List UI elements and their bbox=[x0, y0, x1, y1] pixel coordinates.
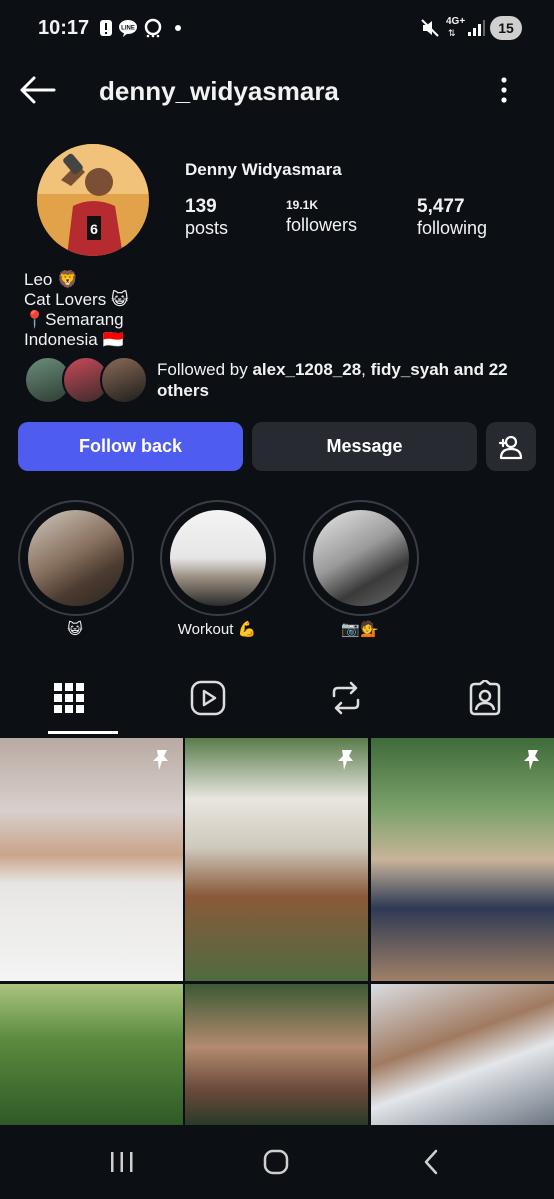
highlight-ring bbox=[303, 500, 419, 616]
tab-tagged[interactable] bbox=[465, 678, 505, 718]
data-arrows-icon: ⇅ bbox=[448, 28, 456, 38]
follow-back-button[interactable]: Follow back bbox=[18, 422, 243, 471]
highlight-label: Workout 💪 bbox=[177, 621, 257, 638]
mutual-avatar bbox=[100, 356, 148, 404]
followers-label: followers bbox=[286, 215, 358, 235]
followed-by-text[interactable]: Followed by alex_1208_28, fidy_syah and … bbox=[157, 359, 527, 401]
followers-stat[interactable]: 19.1K followers bbox=[286, 196, 357, 236]
followers-count: 19.1K bbox=[286, 198, 319, 212]
pin-icon bbox=[153, 750, 168, 770]
recent-apps-icon bbox=[111, 1152, 133, 1172]
recent-apps-button[interactable] bbox=[108, 1149, 136, 1175]
mute-icon bbox=[420, 18, 440, 38]
battery-indicator: 15 bbox=[490, 16, 522, 40]
more-vertical-icon bbox=[501, 77, 507, 103]
svg-text:LINE: LINE bbox=[121, 26, 135, 32]
svg-text:6: 6 bbox=[90, 221, 98, 237]
network-type: 4G+ bbox=[446, 16, 466, 27]
highlight-label: 😺 bbox=[67, 621, 83, 638]
grid-icon bbox=[54, 683, 84, 713]
repost-icon bbox=[332, 681, 360, 715]
post-thumbnail[interactable] bbox=[0, 984, 183, 1125]
highlight-cover bbox=[170, 510, 266, 606]
bio-line: Leo 🦁 bbox=[24, 270, 79, 289]
story-highlight[interactable] bbox=[303, 500, 419, 616]
mutual-user-link[interactable]: alex_1208_28 bbox=[252, 360, 361, 379]
tab-reposts[interactable] bbox=[326, 678, 366, 718]
back-button[interactable] bbox=[18, 72, 58, 108]
bio-line: 📍Semarang bbox=[24, 310, 124, 329]
story-highlight[interactable] bbox=[160, 500, 276, 616]
highlight-cover bbox=[313, 510, 409, 606]
back-chevron-icon bbox=[424, 1149, 438, 1175]
post-thumbnail[interactable] bbox=[371, 738, 554, 981]
highlight-cover bbox=[28, 510, 124, 606]
more-options-button[interactable] bbox=[494, 76, 514, 104]
tagged-person-icon bbox=[469, 680, 501, 716]
alert-icon bbox=[96, 18, 116, 38]
display-name: Denny Widyasmara bbox=[185, 160, 342, 179]
reels-icon bbox=[190, 680, 226, 716]
pin-icon bbox=[524, 750, 539, 770]
following-count: 5,477 bbox=[417, 196, 465, 217]
bio-line: Indonesia 🇮🇩 bbox=[24, 330, 124, 349]
highlight-ring bbox=[160, 500, 276, 616]
home-button[interactable] bbox=[262, 1149, 290, 1175]
following-label: following bbox=[417, 218, 488, 238]
pin-icon bbox=[338, 750, 353, 770]
highlight-ring bbox=[18, 500, 134, 616]
posts-stat[interactable]: 139 posts bbox=[185, 196, 228, 239]
back-nav-button[interactable] bbox=[420, 1149, 444, 1175]
mutual-followers-avatars[interactable] bbox=[24, 356, 148, 404]
mutual-user-link[interactable]: fidy_syah bbox=[371, 360, 449, 379]
home-icon bbox=[263, 1149, 289, 1175]
line-app-icon: LINE bbox=[118, 18, 138, 38]
followed-by-prefix: Followed by bbox=[157, 360, 253, 379]
signal-icon bbox=[466, 18, 486, 38]
posts-label: posts bbox=[185, 218, 229, 238]
tab-reels[interactable] bbox=[188, 678, 228, 718]
followed-by-separator: , bbox=[361, 360, 371, 379]
post-thumbnail[interactable] bbox=[0, 738, 183, 981]
bio-line: Cat Lovers 😺 bbox=[24, 290, 129, 309]
post-thumbnail[interactable] bbox=[185, 984, 368, 1125]
post-thumbnail[interactable] bbox=[185, 738, 368, 981]
suggested-users-button[interactable] bbox=[486, 422, 536, 471]
highlight-label: 📷💁 bbox=[341, 621, 379, 638]
posts-count: 139 bbox=[185, 196, 217, 217]
tab-posts-grid[interactable] bbox=[49, 678, 89, 718]
page-title: denny_widyasmara bbox=[99, 76, 339, 106]
back-arrow-icon bbox=[20, 76, 56, 104]
message-button[interactable]: Message bbox=[252, 422, 477, 471]
post-thumbnail[interactable] bbox=[371, 984, 554, 1125]
profile-avatar[interactable]: 6 bbox=[37, 144, 149, 256]
add-person-icon bbox=[498, 435, 523, 459]
status-time: 10:17 bbox=[38, 17, 90, 39]
following-stat[interactable]: 5,477 following bbox=[417, 196, 487, 239]
notification-dot-icon bbox=[175, 25, 181, 31]
chat-app-icon bbox=[143, 18, 163, 38]
system-navigation-bar bbox=[0, 1125, 554, 1199]
active-tab-indicator bbox=[48, 731, 118, 734]
story-highlight[interactable] bbox=[18, 500, 134, 616]
